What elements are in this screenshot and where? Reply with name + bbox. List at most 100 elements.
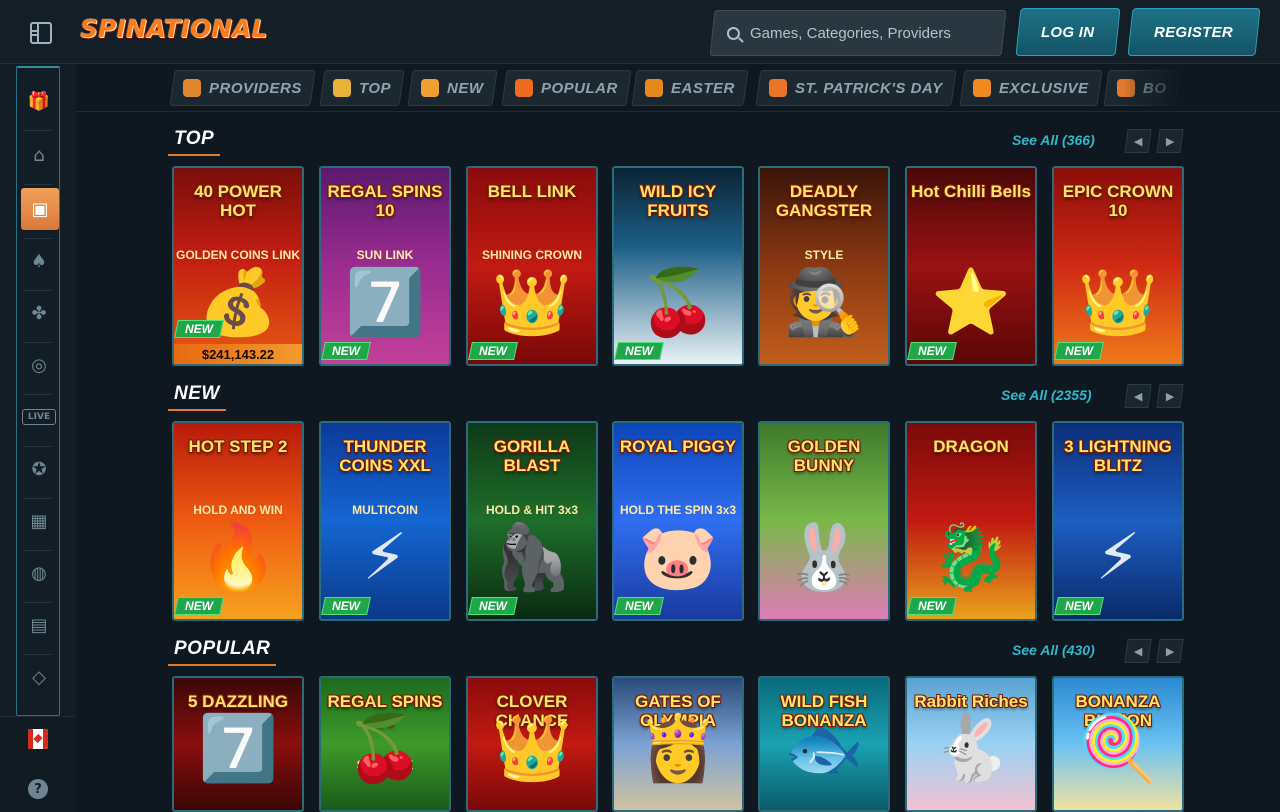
help-icon[interactable]: ?	[28, 779, 48, 799]
category-label: ST. PATRICK'S DAY	[795, 79, 943, 97]
login-button[interactable]: LOG IN	[1015, 8, 1121, 56]
sidebar-toggle-button[interactable]	[18, 16, 64, 50]
game-card[interactable]: THUNDER COINS XXL MULTICOIN ⚡ NEW	[319, 421, 451, 621]
game-title: THUNDER COINS XXL	[339, 437, 431, 475]
game-subtitle: STYLE	[804, 248, 844, 262]
next-arrow-button[interactable]: ▶	[1156, 384, 1184, 408]
live-casino-icon[interactable]: LIVE	[22, 409, 56, 425]
game-art-icon: 👸	[638, 712, 718, 786]
game-title: GOLDEN BUNNY	[787, 437, 861, 475]
game-art-icon: 🐷	[638, 521, 718, 595]
register-label: REGISTER	[1154, 23, 1234, 41]
game-card[interactable]: Rabbit Riches 🐇	[905, 676, 1037, 812]
game-subtitle: HOLD THE SPIN 3x3	[619, 503, 737, 517]
game-card[interactable]: CLOVER CHANCE 40 👑	[466, 676, 598, 812]
loyalty-icon[interactable]: ◍	[22, 556, 56, 590]
prev-arrow-button[interactable]: ◀	[1124, 639, 1152, 663]
game-card[interactable]: GOLDEN BUNNY 🐰	[758, 421, 890, 621]
bingo-icon[interactable]: ▦	[22, 504, 56, 538]
chevron-right-icon: ▶	[1165, 644, 1175, 658]
category-new[interactable]: NEW	[407, 70, 498, 106]
top-header: SPINATIONAL LOG IN REGISTER	[0, 0, 1280, 64]
sidebar-panel-icon	[30, 22, 52, 44]
category-st-patrick-s-day[interactable]: ST. PATRICK'S DAY	[755, 70, 957, 106]
chip-icon[interactable]: ✪	[22, 452, 56, 486]
game-card[interactable]: BONANZA BILLION 🍭	[1052, 676, 1184, 812]
next-arrow-button[interactable]: ▶	[1156, 639, 1184, 663]
game-card[interactable]: GORILLA BLAST HOLD & HIT 3x3 🦍 NEW	[466, 421, 598, 621]
chevron-left-icon: ◀	[1133, 389, 1143, 403]
game-subtitle: SHINING CROWN	[482, 248, 582, 262]
shop-icon[interactable]: ▤	[22, 608, 56, 642]
see-all-link[interactable]: See All (430)	[1012, 642, 1095, 658]
game-card[interactable]: EPIC CROWN 10 👑 NEW	[1052, 166, 1184, 366]
new-badge: NEW	[174, 320, 224, 338]
game-card[interactable]: 40 POWER HOT GOLDEN COINS LINK 💰 $241,143.2…	[172, 166, 304, 366]
category-strip: PROVIDERS TOP NEW POPULAR EASTER ST. PATRICK'…	[76, 64, 1280, 112]
clover-icon[interactable]: ✤	[22, 296, 56, 330]
game-art-icon: 🐰	[784, 521, 864, 595]
left-rail: 🎁 ⌂ ▣ ♠ ✤ ◎ LIVE ✪ ▦ ◍ ▤ ◇ ?	[0, 64, 76, 812]
game-card[interactable]: BELL LINK SHINING CROWN 👑 NEW	[466, 166, 598, 366]
game-title: DRAGON	[933, 437, 1009, 456]
rail-bottom: ?	[0, 716, 76, 812]
search-input[interactable]	[750, 24, 990, 42]
category-providers[interactable]: PROVIDERS	[169, 70, 316, 106]
category-label: POPULAR	[541, 79, 618, 97]
prev-arrow-button[interactable]: ◀	[1124, 384, 1152, 408]
chevron-right-icon: ▶	[1165, 389, 1175, 403]
game-art-icon: 🐇	[931, 712, 1011, 786]
game-art-icon: ⚡	[362, 521, 408, 595]
game-card[interactable]: Hot Chilli Bells ⭐ NEW	[905, 166, 1037, 366]
canada-flag-icon[interactable]	[28, 729, 48, 749]
game-art-icon: 🐟	[784, 712, 864, 786]
game-title: GORILLA BLAST	[493, 437, 571, 475]
new-badge: NEW	[1054, 597, 1104, 615]
new-badge: NEW	[468, 597, 518, 615]
game-card[interactable]: WILD FISH BONANZA 🐟	[758, 676, 890, 812]
game-card[interactable]: DEADLY GANGSTER STYLE 🕵️	[758, 166, 890, 366]
diamond-icon[interactable]: ◇	[22, 660, 56, 694]
see-all-link[interactable]: See All (2355)	[1001, 387, 1092, 403]
prev-arrow-button[interactable]: ◀	[1124, 129, 1152, 153]
game-card[interactable]: 3 LIGHTNING BLITZ ⚡ NEW	[1052, 421, 1184, 621]
register-button[interactable]: REGISTER	[1127, 8, 1261, 56]
card-games-icon[interactable]: ♠	[22, 244, 56, 278]
game-card[interactable]: 5 DAZZLING HOT 7️⃣	[172, 676, 304, 812]
gift-icon[interactable]: 🎁	[22, 84, 56, 118]
game-title: REGAL SPINS 10	[327, 182, 443, 220]
game-card[interactable]: GATES OF OLYMPIA 👸	[612, 676, 744, 812]
game-art-icon: 7️⃣	[345, 266, 425, 340]
game-card[interactable]: REGAL SPINS 10 SUN LINK 7️⃣ NEW	[319, 166, 451, 366]
category-exclusive[interactable]: EXCLUSIVE	[959, 70, 1103, 106]
home-icon[interactable]: ⌂	[22, 138, 56, 172]
category-easter[interactable]: EASTER	[631, 70, 749, 106]
see-all-link[interactable]: See All (366)	[1012, 132, 1095, 148]
game-title: 3 LIGHTNING BLITZ	[1064, 437, 1172, 475]
category-label: EASTER	[671, 79, 735, 97]
game-card[interactable]: DRAGON 🐉 NEW	[905, 421, 1037, 621]
game-title: ROYAL PIGGY	[619, 437, 737, 456]
new-badge: NEW	[907, 597, 957, 615]
game-art-icon: 🔥	[198, 521, 278, 595]
site-logo[interactable]: SPINATIONAL	[80, 14, 267, 43]
game-card[interactable]: ROYAL PIGGY HOLD THE SPIN 3x3 🐷 NEW	[612, 421, 744, 621]
jackpot-amount: $241,143.22	[174, 344, 302, 364]
game-card[interactable]: REGAL SPINS 20 SUN LINK 🍒	[319, 676, 451, 812]
game-art-icon: 7️⃣	[198, 712, 278, 786]
roulette-icon[interactable]: ◎	[22, 348, 56, 382]
next-arrow-button[interactable]: ▶	[1156, 129, 1184, 153]
search-box[interactable]	[709, 10, 1007, 56]
game-title: HOT STEP 2	[188, 437, 288, 456]
game-card[interactable]: WILD ICY FRUITS 🍒 NEW	[612, 166, 744, 366]
new-badge: NEW	[321, 597, 371, 615]
slot-machine-icon[interactable]: ▣	[21, 188, 59, 230]
game-subtitle: MULTICOIN	[352, 503, 418, 517]
category-top[interactable]: TOP	[319, 70, 405, 106]
game-title: 40 POWER HOT	[194, 182, 282, 220]
game-card[interactable]: HOT STEP 2 HOLD AND WIN 🔥 NEW	[172, 421, 304, 621]
new-badge: NEW	[321, 342, 371, 360]
category-popular[interactable]: POPULAR	[501, 70, 632, 106]
chevron-left-icon: ◀	[1133, 644, 1143, 658]
category-label: NEW	[447, 79, 484, 97]
